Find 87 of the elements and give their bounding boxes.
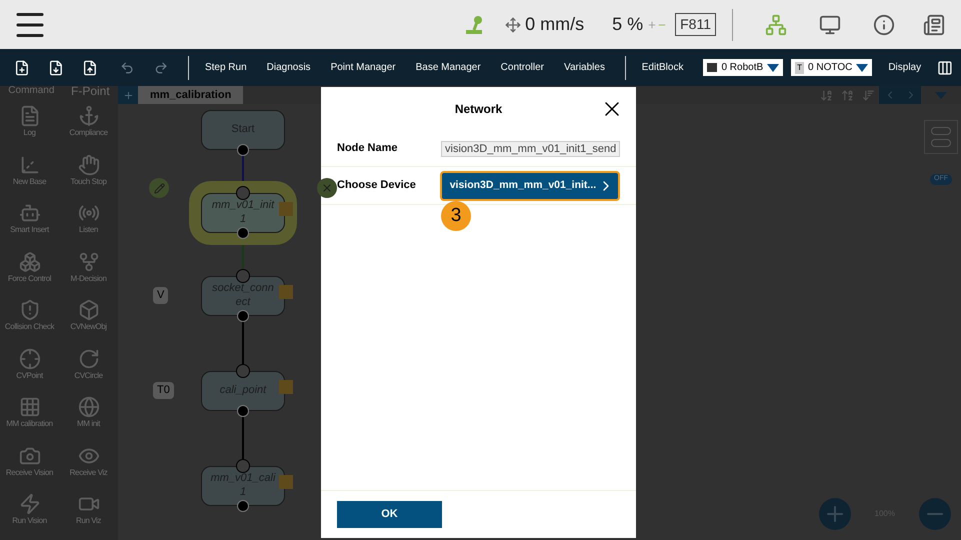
blocks-icon <box>18 250 40 273</box>
toolbar-button[interactable]: Variables <box>564 60 605 75</box>
rotate-icon <box>78 348 100 370</box>
sort-asc-icon[interactable] <box>841 88 854 102</box>
node-type-icon <box>279 202 293 216</box>
toolbar-button[interactable]: EditBlock <box>642 60 684 75</box>
toolbar-button[interactable]: Point Manager <box>330 60 396 75</box>
output-port <box>237 144 249 156</box>
palette-item[interactable]: Receive Viz <box>59 438 118 486</box>
device-picker[interactable]: vision3D_mm_mm_v01_init... <box>440 170 620 200</box>
input-port <box>236 364 250 378</box>
palette-item[interactable]: Force Control <box>0 244 59 292</box>
toolbar-button[interactable]: Display <box>888 60 922 75</box>
palette-header: Command <box>8 86 54 98</box>
speed-icon <box>505 16 522 32</box>
node-type-icon <box>279 380 293 394</box>
network-icon[interactable] <box>765 14 787 36</box>
dropdown-arrow-icon <box>856 64 868 72</box>
palette-item[interactable]: MM init <box>59 389 118 438</box>
tool-badge: T <box>795 62 804 74</box>
palette-item[interactable]: New Base <box>0 146 59 195</box>
info-icon[interactable] <box>873 14 895 36</box>
grid-icon <box>18 396 40 418</box>
node-tag: T0 <box>153 382 174 398</box>
frame-indicator: F811 <box>675 13 716 36</box>
log-icon[interactable] <box>923 14 945 36</box>
zoom-out-icon[interactable] <box>919 498 951 530</box>
globe-icon <box>78 396 100 418</box>
toolbar-button[interactable]: Step Run <box>204 60 247 75</box>
output-port <box>237 405 249 417</box>
save-file-icon[interactable] <box>48 58 64 78</box>
tool-dropdown[interactable]: T 0 NOTOC <box>791 59 872 76</box>
step-badge: 3 <box>441 201 471 231</box>
output-port <box>237 310 249 322</box>
new-file-icon[interactable] <box>14 58 30 78</box>
output-port <box>237 500 249 512</box>
palette-item[interactable]: CVNewObj <box>59 292 118 340</box>
palette-item[interactable]: Listen <box>59 195 118 244</box>
node-name-field[interactable]: vision3D_mm_mm_v01_init1_send <box>441 140 620 156</box>
toolbar-button[interactable]: Controller <box>500 60 544 75</box>
crosshair-icon <box>18 348 40 370</box>
add-tab-icon[interactable] <box>118 86 138 104</box>
edit-icon[interactable] <box>149 178 169 198</box>
field-label: Choose Device <box>337 178 417 194</box>
sort-desc-icon[interactable] <box>820 88 833 102</box>
palette-item[interactable]: Compliance <box>59 98 118 146</box>
ok-button[interactable]: OK <box>337 501 442 528</box>
layout-vertical-icon[interactable] <box>924 120 958 154</box>
flow-tab[interactable]: mm_calibration <box>138 86 244 104</box>
dialog-title: Network <box>454 101 502 118</box>
cube-icon <box>78 299 100 322</box>
node-type-icon <box>279 475 293 489</box>
export-file-icon[interactable] <box>82 58 98 78</box>
node-tag: V <box>153 287 168 304</box>
adjust-icon[interactable] <box>647 20 668 30</box>
palette-item[interactable]: Receive Vision <box>0 438 59 486</box>
palette-item[interactable]: Collision Check <box>0 292 59 340</box>
sort-icon[interactable] <box>862 88 875 102</box>
toolbar-button[interactable]: Diagnosis <box>266 60 311 75</box>
hand-icon <box>78 154 100 176</box>
input-port <box>236 459 250 473</box>
robot-dropdown[interactable]: 0 RobotB <box>703 59 784 76</box>
palette-item[interactable]: M-Decision <box>59 244 118 292</box>
toolbar-button[interactable]: Base Manager <box>416 60 481 75</box>
palette-item[interactable]: Smart Insert <box>0 195 59 244</box>
connector-line <box>242 417 244 459</box>
delete-icon[interactable] <box>317 178 337 198</box>
palette-item[interactable]: Run Viz <box>59 486 118 534</box>
node-type-icon <box>279 285 293 299</box>
bolt-icon <box>18 493 40 516</box>
palette-item[interactable]: Touch Stop <box>59 146 118 195</box>
palette-header: F-Point <box>71 86 110 98</box>
input-port <box>236 269 250 283</box>
branch-icon <box>78 250 100 273</box>
palette-item[interactable]: CVPoint <box>0 340 59 389</box>
dropdown-arrow-icon <box>767 64 780 72</box>
palette-item[interactable]: CVCircle <box>59 340 118 389</box>
input-port <box>236 186 250 200</box>
zoom-in-icon[interactable] <box>818 498 851 530</box>
palette-item[interactable]: MM calibration <box>0 389 59 438</box>
speed-reading: 0 mm/s <box>525 13 584 36</box>
field-label: Node Name <box>337 141 399 156</box>
speed-percent: 5 % <box>612 13 644 36</box>
palette-item[interactable]: Run Vision <box>0 486 59 534</box>
palette-item[interactable]: Log <box>0 98 59 146</box>
connector-line <box>242 322 244 364</box>
monitor-icon[interactable] <box>819 14 841 36</box>
